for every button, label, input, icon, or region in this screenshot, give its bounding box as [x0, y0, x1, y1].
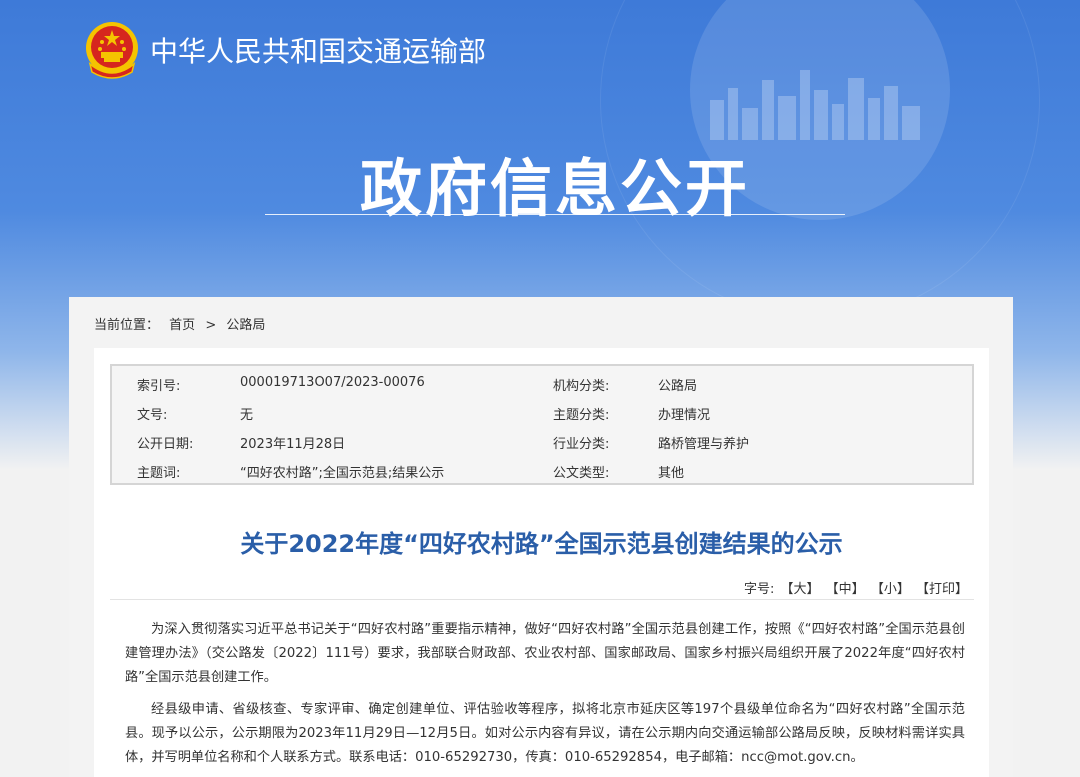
metadata-key: 公文类型:: [553, 466, 610, 481]
metadata-key: 主题分类:: [553, 408, 610, 423]
metadata-value: 无: [240, 408, 254, 423]
metadata-row: 索引号: 000019713O07/2023-00076 机构分类: 公路局: [112, 368, 972, 397]
print-button[interactable]: 【打印】: [916, 582, 968, 597]
metadata-key: 主题词:: [137, 466, 181, 481]
metadata-value: 000019713O07/2023-00076: [240, 375, 425, 390]
metadata-value: 2023年11月28日: [240, 437, 346, 452]
font-size-medium-button[interactable]: 【中】: [826, 582, 865, 597]
metadata-key: 索引号:: [137, 379, 181, 394]
body-paragraph: 经县级申请、省级核查、专家评审、确定创建单位、评估验收等程序，拟将北京市延庆区等…: [125, 702, 965, 765]
breadcrumb: 当前位置： 首页 > 公路局: [94, 314, 271, 333]
national-emblem-icon: [86, 22, 138, 79]
metadata-value: 办理情况: [658, 408, 711, 423]
divider: [110, 599, 974, 600]
font-size-small-button[interactable]: 【小】: [871, 582, 910, 597]
document-title: 关于2022年度“四好农村路”全国示范县创建结果的公示: [240, 530, 843, 558]
hero-divider: [265, 214, 845, 215]
metadata-table: 索引号: 000019713O07/2023-00076 机构分类: 公路局 文…: [110, 364, 974, 485]
metadata-value: “四好农村路”;全国示范县;结果公示: [240, 466, 445, 481]
font-size-controls: 字号: 【大】 【中】 【小】 【打印】: [742, 578, 968, 597]
metadata-key: 行业分类:: [553, 437, 610, 452]
metadata-key: 机构分类:: [553, 379, 610, 394]
breadcrumb-separator: >: [205, 318, 217, 333]
metadata-key: 文号:: [137, 408, 168, 423]
font-size-label: 字号:: [743, 582, 775, 597]
metadata-row: 主题词: “四好农村路”;全国示范县;结果公示 公文类型: 其他: [112, 455, 972, 484]
city-skyline-icon: [710, 70, 920, 140]
breadcrumb-current-link[interactable]: 公路局: [226, 318, 265, 333]
document-body: 为深入贯彻落实习近平总书记关于“四好农村路”重要指示精神，做好“四好农村路”全国…: [125, 618, 965, 777]
breadcrumb-home-link[interactable]: 首页: [169, 318, 195, 333]
ministry-name[interactable]: 中华人民共和国交通运输部: [150, 30, 486, 70]
metadata-value: 其他: [658, 466, 685, 481]
metadata-key: 公开日期:: [137, 437, 194, 452]
breadcrumb-label: 当前位置：: [94, 318, 160, 333]
font-size-large-button[interactable]: 【大】: [781, 582, 820, 597]
metadata-row: 文号: 无 主题分类: 办理情况: [112, 397, 972, 426]
metadata-value: 公路局: [658, 379, 698, 394]
metadata-row: 公开日期: 2023年11月28日 行业分类: 路桥管理与养护: [112, 426, 972, 455]
body-paragraph: 为深入贯彻落实习近平总书记关于“四好农村路”重要指示精神，做好“四好农村路”全国…: [125, 622, 965, 685]
metadata-value: 路桥管理与养护: [658, 437, 750, 452]
